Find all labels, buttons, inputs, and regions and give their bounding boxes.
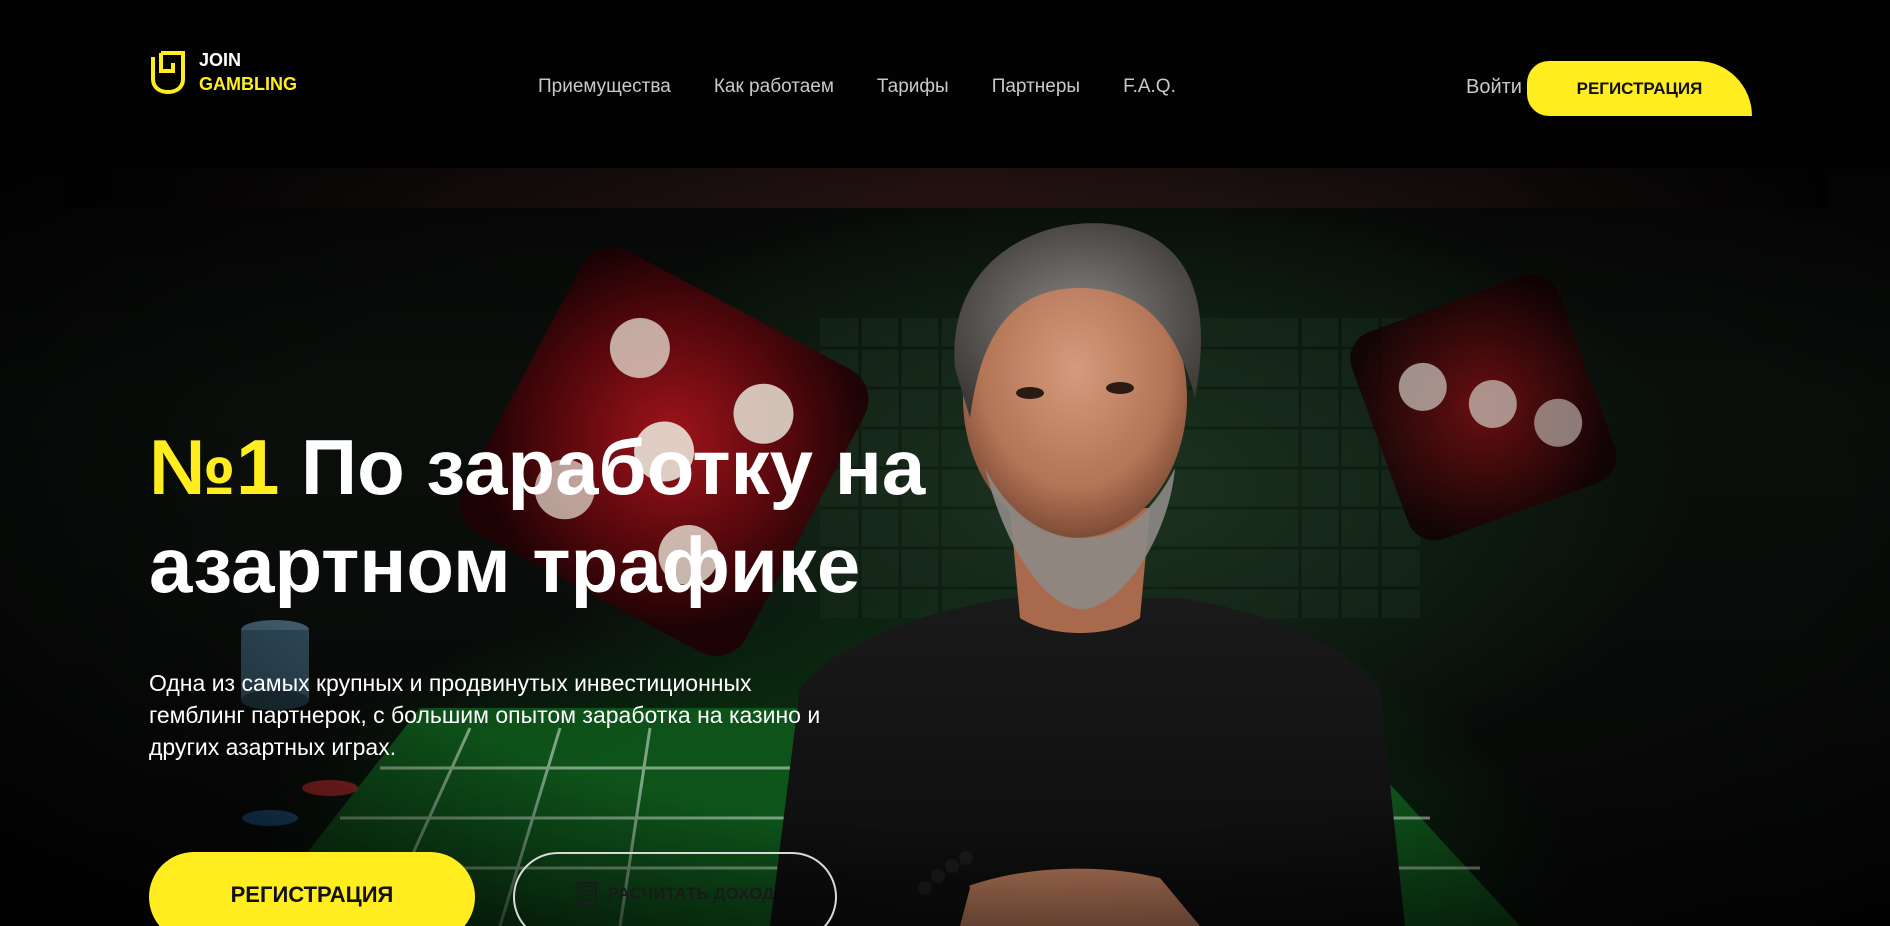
site-header: JOIN GAMBLING Приемущества Как работаем … xyxy=(0,0,1890,168)
calculate-income-label: РАСЧИТАТЬ ДОХОД xyxy=(607,884,775,903)
login-link[interactable]: Войти xyxy=(1466,76,1522,99)
calculate-income-button[interactable]: РАСЧИТАТЬ ДОХОД xyxy=(513,852,837,926)
landing-page: JOIN GAMBLING Приемущества Как работаем … xyxy=(0,0,1890,926)
main-nav: Приемущества Как работаем Тарифы Партнер… xyxy=(538,76,1176,98)
hero-title: №1 По заработку на азартном трафике xyxy=(149,418,949,614)
logo-text: JOIN GAMBLING xyxy=(199,48,297,96)
logo[interactable]: JOIN GAMBLING xyxy=(149,48,297,96)
calculator-icon xyxy=(576,882,597,906)
header-register-button[interactable]: РЕГИСТРАЦИЯ xyxy=(1527,61,1752,116)
nav-item-tariffs[interactable]: Тарифы xyxy=(877,76,949,98)
join-gambling-logo-icon xyxy=(151,51,185,95)
nav-item-faq[interactable]: F.A.Q. xyxy=(1123,76,1176,98)
logo-line-gambling: GAMBLING xyxy=(199,74,297,94)
nav-item-advantages[interactable]: Приемущества xyxy=(538,76,671,98)
hero-description: Одна из самых крупных и продвинутых инве… xyxy=(149,670,821,760)
logo-line-join: JOIN xyxy=(199,50,242,70)
hero-title-accent: №1 xyxy=(149,423,280,511)
hero-register-button[interactable]: РЕГИСТРАЦИЯ xyxy=(149,852,475,926)
nav-item-how-we-work[interactable]: Как работаем xyxy=(714,76,834,98)
nav-item-partners[interactable]: Партнеры xyxy=(992,76,1080,98)
